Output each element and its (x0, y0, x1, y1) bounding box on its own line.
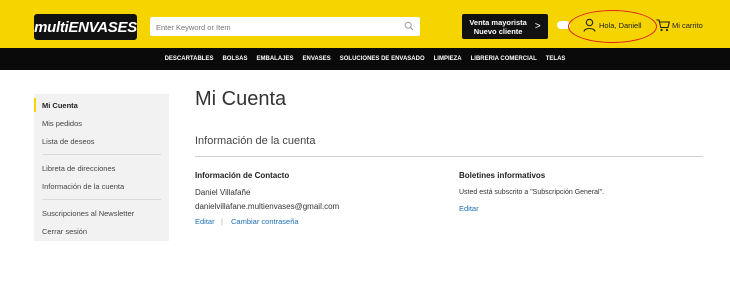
category-nav: DESCARTABLES BOLSAS EMBALAJES ENVASES SO… (0, 48, 730, 70)
sidebar-item-cerrar-sesion[interactable]: Cerrar sesión (42, 227, 87, 236)
cart-icon (656, 19, 670, 32)
wholesale-line2: Nuevo cliente (473, 26, 523, 36)
section-title: Información de la cuenta (195, 135, 316, 147)
nav-item-descartables[interactable]: DESCARTABLES (165, 56, 214, 62)
active-indicator (34, 98, 36, 112)
change-password-link[interactable]: Cambiar contraseña (231, 217, 299, 226)
sidebar-item-lista-de-deseos[interactable]: Lista de deseos (42, 137, 95, 146)
edit-contact-link[interactable]: Editar (195, 217, 215, 226)
top-header: multiENVASES Venta mayorista Nuevo clien… (0, 0, 730, 48)
nav-item-soluciones-de-envasado[interactable]: SOLUCIONES DE ENVASADO (340, 56, 425, 62)
cart-button[interactable]: Mi carrito (656, 19, 703, 32)
sidebar-item-suscripciones-newsletter[interactable]: Suscripciones al Newsletter (42, 209, 134, 218)
logo[interactable]: multiENVASES (34, 14, 137, 40)
section-divider (195, 156, 703, 157)
wholesale-label: Venta mayorista Nuevo cliente (469, 18, 527, 36)
sidebar-item-libreta-de-direcciones[interactable]: Libreta de direcciones (42, 164, 115, 173)
search-icon[interactable] (404, 21, 414, 31)
annotation-highlight-circle (568, 10, 657, 43)
logo-text: multiENVASES (34, 18, 137, 36)
nav-item-libreria-comercial[interactable]: LIBRERIA COMERCIAL (471, 56, 537, 62)
cart-label: Mi carrito (672, 21, 703, 30)
search-input[interactable] (150, 18, 390, 37)
link-separator: | (221, 217, 223, 226)
sidebar-item-mis-pedidos[interactable]: Mis pedidos (42, 119, 82, 128)
edit-newsletter-link[interactable]: Editar (459, 204, 479, 213)
chevron-right-icon: > (534, 21, 541, 32)
nav-item-bolsas[interactable]: BOLSAS (222, 56, 247, 62)
contact-info-heading: Información de Contacto (195, 171, 290, 180)
contact-name: Daniel Villafañe (195, 188, 251, 197)
search-bar (150, 17, 420, 37)
nav-item-limpieza[interactable]: LIMPIEZA (434, 56, 462, 62)
nav-item-envases[interactable]: ENVASES (303, 56, 331, 62)
nav-item-embalajes[interactable]: EMBALAJES (256, 56, 293, 62)
nav-item-telas[interactable]: TELAS (546, 56, 566, 62)
sidebar-divider (42, 154, 161, 155)
page-title: Mi Cuenta (195, 88, 287, 110)
contact-email: danielvillafane.multienvases@gmail.com (195, 202, 340, 211)
account-sidebar: Mi Cuenta Mis pedidos Lista de deseos Li… (34, 94, 169, 241)
sidebar-item-mi-cuenta[interactable]: Mi Cuenta (42, 101, 78, 110)
sidebar-divider (42, 199, 161, 200)
newsletter-heading: Boletines informativos (459, 171, 546, 180)
sidebar-item-informacion-de-la-cuenta[interactable]: Información de la cuenta (42, 182, 124, 191)
wholesale-line1: Venta mayorista (469, 17, 527, 27)
newsletter-status-text: Usted está subscrito a "Subscripción Gen… (459, 189, 605, 196)
wholesale-new-customer-button[interactable]: Venta mayorista Nuevo cliente > (462, 14, 548, 39)
